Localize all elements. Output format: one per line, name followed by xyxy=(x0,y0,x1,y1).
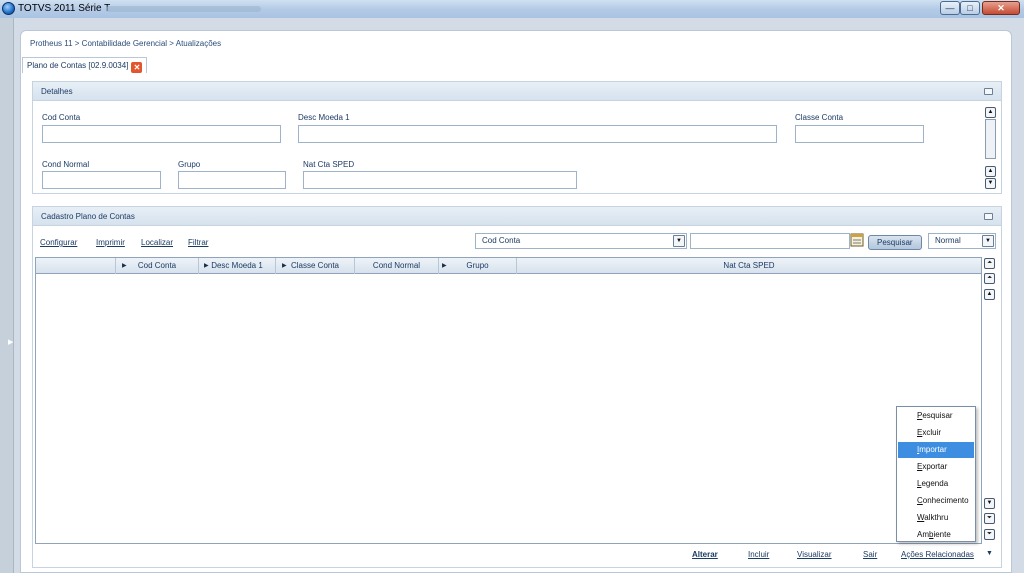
classe-conta-field[interactable] xyxy=(795,125,924,143)
cod-conta-field[interactable] xyxy=(42,125,281,143)
scroll-up-icon[interactable]: ▲ xyxy=(984,289,995,300)
menu-item-ambiente[interactable]: Ambiente xyxy=(898,527,974,543)
tab-close-icon[interactable]: ✕ xyxy=(131,62,143,73)
incluir-button[interactable]: Incluir xyxy=(748,550,769,559)
configurar-link[interactable]: Configurar xyxy=(40,238,77,247)
scroll-page-down-icon[interactable]: ⏷ xyxy=(984,513,995,524)
menu-item-exportar[interactable]: Exportar xyxy=(898,459,974,475)
chevron-down-icon[interactable]: ▼ xyxy=(986,550,993,557)
search-mode-select[interactable]: Normal ▼ xyxy=(928,233,996,249)
accounts-grid[interactable]: ▶ Cod Conta ▶ Desc Moeda 1 ▶ Classe Cont… xyxy=(35,257,982,544)
col-desc-moeda[interactable]: Desc Moeda 1 xyxy=(199,258,276,274)
search-mode-value: Normal xyxy=(935,236,961,245)
alterar-button[interactable]: Alterar xyxy=(692,550,718,559)
pesquisar-button[interactable]: Pesquisar xyxy=(868,235,922,250)
menu-item-walkthru[interactable]: Walkthru xyxy=(898,510,974,526)
col-nat-cta[interactable]: Nat Cta SPED xyxy=(517,258,981,274)
localizar-link[interactable]: Localizar xyxy=(141,238,173,247)
app-logo-icon xyxy=(2,2,15,15)
minimize-button[interactable]: — xyxy=(940,1,960,15)
visualizar-button[interactable]: Visualizar xyxy=(797,550,832,559)
scroll-down-icon[interactable]: ▼ xyxy=(984,498,995,509)
scroll-up-small-icon[interactable]: ▲ xyxy=(985,166,996,177)
label-cond-normal: Cond Normal xyxy=(42,160,90,169)
notepad-icon[interactable] xyxy=(850,232,865,247)
cond-normal-field[interactable] xyxy=(42,171,161,189)
label-cod-conta: Cod Conta xyxy=(42,113,81,122)
chevron-down-icon[interactable]: ▼ xyxy=(982,235,994,247)
sair-button[interactable]: Sair xyxy=(863,550,877,559)
scroll-page-up-icon[interactable]: ⏶ xyxy=(984,273,995,284)
cadastro-title: Cadastro Plano de Contas xyxy=(41,212,135,221)
tab-label: Plano de Contas [02.9.0034] xyxy=(27,61,129,70)
grupo-field[interactable] xyxy=(178,171,286,189)
col-cond-normal[interactable]: Cond Normal xyxy=(355,258,439,274)
col-grupo[interactable]: Grupo xyxy=(439,258,517,274)
scroll-bottom-icon[interactable]: ⏷ xyxy=(984,529,995,540)
breadcrumb: Protheus 11 > Contabilidade Gerencial > … xyxy=(30,39,222,48)
scroll-down-icon[interactable]: ▼ xyxy=(985,178,996,189)
col-classe-conta[interactable]: Classe Conta xyxy=(276,258,355,274)
details-scrollbar[interactable] xyxy=(985,119,996,159)
filtrar-link[interactable]: Filtrar xyxy=(188,238,208,247)
scroll-up-icon[interactable]: ▲ xyxy=(985,107,996,118)
close-window-button[interactable]: ✕ xyxy=(982,1,1020,15)
tab-plano-de-contas[interactable]: Plano de Contas [02.9.0034] ✕ xyxy=(22,57,148,73)
label-classe-conta: Classe Conta xyxy=(795,113,844,122)
collapse-icon[interactable] xyxy=(984,213,993,220)
imprimir-link[interactable]: Imprimir xyxy=(96,238,125,247)
collapse-icon[interactable] xyxy=(984,88,993,95)
details-header: Detalhes xyxy=(33,82,1001,101)
menu-item-legenda[interactable]: Legenda xyxy=(898,476,974,492)
label-nat-cta: Nat Cta SPED xyxy=(303,160,355,169)
search-field-select[interactable]: Cod Conta ▼ xyxy=(475,233,687,249)
left-side-rail[interactable]: ▶ xyxy=(0,18,14,573)
col-cod-conta[interactable]: Cod Conta xyxy=(116,258,199,274)
menu-item-pesquisar[interactable]: Pesquisar xyxy=(898,408,974,424)
menu-item-conhecimento[interactable]: Conhecimento xyxy=(898,493,974,509)
menu-item-excluir[interactable]: Excluir xyxy=(898,425,974,441)
expand-arrow-icon[interactable]: ▶ xyxy=(8,338,13,346)
label-desc-moeda: Desc Moeda 1 xyxy=(298,113,350,122)
cadastro-header: Cadastro Plano de Contas xyxy=(33,207,1001,226)
nat-cta-field[interactable] xyxy=(303,171,577,189)
menu-item-importar[interactable]: Importar xyxy=(898,442,974,458)
scroll-top-icon[interactable]: ⏶ xyxy=(984,258,995,269)
label-grupo: Grupo xyxy=(178,160,201,169)
search-field-value: Cod Conta xyxy=(482,236,521,245)
acoes-relacionadas-button[interactable]: Ações Relacionadas xyxy=(901,550,974,559)
chevron-down-icon[interactable]: ▼ xyxy=(673,235,685,247)
blurred-title-text xyxy=(106,6,261,12)
grid-corner xyxy=(36,258,116,274)
maximize-button[interactable]: □ xyxy=(960,1,980,15)
window-title: TOTVS 2011 Série T xyxy=(18,3,111,14)
search-input[interactable] xyxy=(690,233,850,249)
desc-moeda-field[interactable] xyxy=(298,125,777,143)
window-titlebar: TOTVS 2011 Série T — □ ✕ xyxy=(0,0,1024,18)
acoes-relacionadas-menu: Pesquisar Excluir Importar Exportar Lege… xyxy=(896,406,976,542)
grid-header: ▶ Cod Conta ▶ Desc Moeda 1 ▶ Classe Cont… xyxy=(36,258,981,274)
details-title: Detalhes xyxy=(41,87,73,96)
